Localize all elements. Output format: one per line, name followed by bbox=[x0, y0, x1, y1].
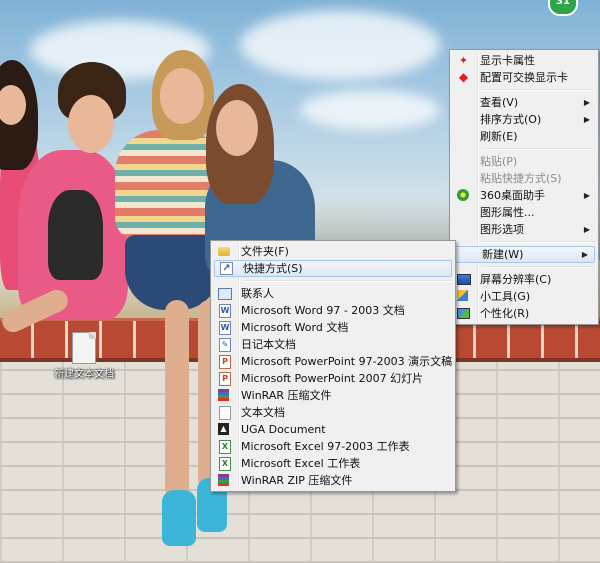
menu-item-label: 屏幕分辨率(C) bbox=[480, 273, 552, 286]
menu-item-label: 排序方式(O) bbox=[480, 113, 542, 126]
menu-item-switchable-graphics[interactable]: ◆ 配置可交换显示卡 bbox=[452, 69, 596, 86]
menu-item-label: 查看(V) bbox=[480, 96, 519, 109]
menu-separator bbox=[482, 89, 594, 91]
menu-item-label: 配置可交换显示卡 bbox=[480, 71, 568, 84]
menu-item-label: 个性化(R) bbox=[480, 307, 530, 320]
switchable-gpu-icon: ◆ bbox=[458, 70, 469, 84]
menu-item-gadgets[interactable]: 小工具(G) bbox=[452, 288, 596, 305]
menu-item-label: Microsoft PowerPoint 2007 幻灯片 bbox=[241, 372, 424, 385]
menu-item-label: Microsoft Excel 工作表 bbox=[241, 457, 361, 470]
shortcut-icon: ↗ bbox=[220, 262, 233, 275]
360-icon bbox=[457, 189, 469, 201]
submenu-arrow-icon: ▶ bbox=[583, 191, 590, 200]
word-icon: W bbox=[219, 321, 231, 335]
menu-item-label: 日记本文档 bbox=[241, 338, 296, 351]
menu-item-360-desktop-assistant[interactable]: 360桌面助手 ▶ bbox=[452, 187, 596, 204]
menu-item-refresh[interactable]: 刷新(E) bbox=[452, 128, 596, 145]
menu-item-label: 图形属性... bbox=[480, 206, 535, 219]
menu-item-paste: 粘贴(P) bbox=[452, 153, 596, 170]
new-contact-item[interactable]: 联系人 bbox=[213, 285, 453, 302]
new-text-document-item[interactable]: 文本文档 bbox=[213, 404, 453, 421]
submenu-arrow-icon: ▶ bbox=[583, 225, 590, 234]
folder-icon bbox=[218, 247, 230, 256]
personalize-icon bbox=[457, 308, 470, 319]
menu-item-label: UGA Document bbox=[241, 423, 326, 436]
new-journal-item[interactable]: ✎ 日记本文档 bbox=[213, 336, 453, 353]
gadget-icon bbox=[457, 290, 468, 301]
menu-item-label: 文本文档 bbox=[241, 406, 285, 419]
menu-item-label: 新建(W) bbox=[482, 248, 524, 261]
submenu-arrow-icon: ▶ bbox=[581, 250, 588, 259]
new-winrar-archive-item[interactable]: WinRAR 压缩文件 bbox=[213, 387, 453, 404]
journal-icon: ✎ bbox=[219, 338, 231, 352]
menu-item-label: Microsoft Word 文档 bbox=[241, 321, 349, 334]
desktop-icon-new-text-document[interactable]: 新建文本文档 bbox=[52, 332, 116, 381]
menu-item-label: 图形选项 bbox=[480, 223, 524, 236]
menu-item-graphics-properties[interactable]: 图形属性... bbox=[452, 204, 596, 221]
powerpoint-icon: P bbox=[219, 372, 231, 386]
menu-item-label: Microsoft Word 97 - 2003 文档 bbox=[241, 304, 405, 317]
wallpaper-cloud bbox=[240, 10, 440, 80]
tray-badge: 31 bbox=[548, 0, 578, 16]
menu-item-paste-shortcut: 粘贴快捷方式(S) bbox=[452, 170, 596, 187]
menu-item-display-card-properties[interactable]: ✦ 显示卡属性 bbox=[452, 52, 596, 69]
menu-item-new[interactable]: 新建(W) ▶ bbox=[453, 246, 595, 263]
new-winrar-zip-item[interactable]: WinRAR ZIP 压缩文件 bbox=[213, 472, 453, 489]
menu-separator bbox=[482, 241, 594, 243]
menu-item-personalize[interactable]: 个性化(R) bbox=[452, 305, 596, 322]
menu-item-label: WinRAR ZIP 压缩文件 bbox=[241, 474, 353, 487]
desktop-context-menu: ✦ 显示卡属性 ◆ 配置可交换显示卡 查看(V) ▶ 排序方式(O) ▶ 刷新(… bbox=[449, 49, 599, 325]
menu-item-label: 快捷方式(S) bbox=[243, 262, 303, 275]
new-powerpoint-97-2003-item[interactable]: P Microsoft PowerPoint 97-2003 演示文稿 bbox=[213, 353, 453, 370]
menu-separator bbox=[482, 266, 594, 268]
new-word-97-2003-item[interactable]: W Microsoft Word 97 - 2003 文档 bbox=[213, 302, 453, 319]
menu-item-label: 粘贴快捷方式(S) bbox=[480, 172, 562, 185]
menu-item-label: 联系人 bbox=[241, 287, 274, 300]
menu-separator bbox=[243, 280, 451, 282]
text-file-icon bbox=[72, 332, 96, 364]
menu-item-label: 小工具(G) bbox=[480, 290, 531, 303]
desktop-icon-label: 新建文本文档 bbox=[54, 369, 114, 380]
screen-icon bbox=[457, 274, 471, 285]
menu-item-label: 显示卡属性 bbox=[480, 54, 535, 67]
text-document-icon bbox=[219, 406, 231, 420]
wallpaper-cloud bbox=[300, 90, 440, 130]
gpu-icon: ✦ bbox=[458, 54, 469, 67]
submenu-arrow-icon: ▶ bbox=[583, 98, 590, 107]
excel-icon: X bbox=[219, 457, 231, 471]
new-submenu: 文件夹(F) ↗ 快捷方式(S) 联系人 W Microsoft Word 97… bbox=[210, 240, 456, 492]
menu-item-label: WinRAR 压缩文件 bbox=[241, 389, 332, 402]
menu-item-screen-resolution[interactable]: 屏幕分辨率(C) bbox=[452, 271, 596, 288]
new-shortcut-item[interactable]: ↗ 快捷方式(S) bbox=[214, 260, 452, 277]
new-powerpoint-2007-item[interactable]: P Microsoft PowerPoint 2007 幻灯片 bbox=[213, 370, 453, 387]
winrar-icon bbox=[218, 389, 229, 401]
submenu-arrow-icon: ▶ bbox=[583, 115, 590, 124]
menu-item-label: 文件夹(F) bbox=[241, 245, 289, 258]
menu-item-label: Microsoft PowerPoint 97-2003 演示文稿 bbox=[241, 355, 453, 368]
excel-icon: X bbox=[219, 440, 231, 454]
menu-item-sort-by[interactable]: 排序方式(O) ▶ bbox=[452, 111, 596, 128]
new-excel-worksheet-item[interactable]: X Microsoft Excel 工作表 bbox=[213, 455, 453, 472]
word-icon: W bbox=[219, 304, 231, 318]
new-word-document-item[interactable]: W Microsoft Word 文档 bbox=[213, 319, 453, 336]
uga-icon: ▲ bbox=[218, 423, 229, 435]
menu-item-label: 刷新(E) bbox=[480, 130, 518, 143]
winrar-zip-icon bbox=[218, 474, 229, 486]
new-excel-97-2003-item[interactable]: X Microsoft Excel 97-2003 工作表 bbox=[213, 438, 453, 455]
menu-separator bbox=[482, 148, 594, 150]
menu-item-label: 粘贴(P) bbox=[480, 155, 518, 168]
menu-item-label: 360桌面助手 bbox=[480, 189, 545, 202]
contact-icon bbox=[218, 288, 232, 300]
menu-item-graphics-options[interactable]: 图形选项 ▶ bbox=[452, 221, 596, 238]
menu-item-view[interactable]: 查看(V) ▶ bbox=[452, 94, 596, 111]
powerpoint-icon: P bbox=[219, 355, 231, 369]
menu-item-label: Microsoft Excel 97-2003 工作表 bbox=[241, 440, 410, 453]
new-folder-item[interactable]: 文件夹(F) bbox=[213, 243, 453, 260]
new-uga-document-item[interactable]: ▲ UGA Document bbox=[213, 421, 453, 438]
